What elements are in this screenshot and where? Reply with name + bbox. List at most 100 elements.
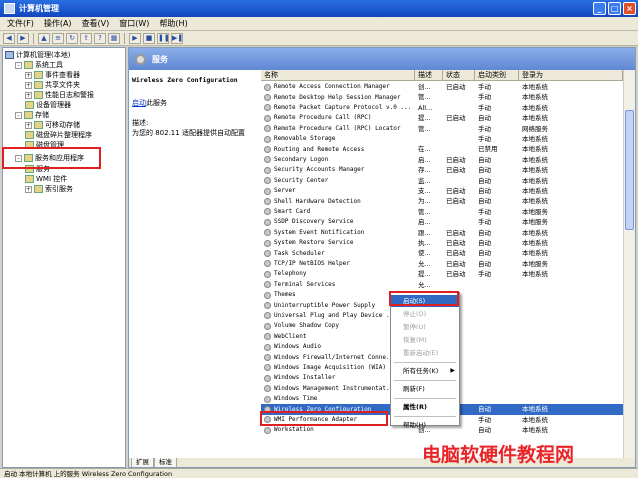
vertical-scrollbar[interactable] xyxy=(623,70,635,458)
expand-toggle-icon[interactable]: + xyxy=(25,91,32,99)
table-row[interactable]: Smart Card 管... 手动 本地服务 xyxy=(261,207,635,217)
folder-icon xyxy=(24,111,33,119)
console-tree[interactable]: 计算机管理(本地) - 系统工具 + 事件查看器 + 共享文件夹 + 性能日志和警报 设备管理器 -… xyxy=(2,47,126,468)
table-row[interactable]: TCP/IP NetBIOS Helper 允... 已启动 自动 本地服务 xyxy=(261,259,635,269)
help-icon[interactable]: ? xyxy=(94,32,106,44)
maximize-button[interactable]: □ xyxy=(608,2,621,15)
up-icon[interactable]: ▲ xyxy=(38,32,50,44)
table-row[interactable]: Security Accounts Manager 存... 已启动 自动 本地系统 xyxy=(261,165,635,175)
close-button[interactable]: × xyxy=(623,2,636,15)
table-row[interactable]: Routing and Remote Access 在... 已禁用 本地系统 xyxy=(261,144,635,154)
gear-icon xyxy=(264,94,271,102)
menu-window[interactable]: 窗口(W) xyxy=(114,18,154,29)
computer-management-icon xyxy=(4,3,15,14)
pause-icon[interactable]: ❚❚ xyxy=(157,32,170,44)
service-name-cell: Secondary Logon xyxy=(261,155,415,165)
context-menu-item[interactable]: 属性(R) xyxy=(391,401,459,413)
column-name[interactable]: 名称 xyxy=(261,70,415,81)
menu-file[interactable]: 文件(F) xyxy=(2,18,39,29)
service-status xyxy=(443,134,475,144)
context-menu-item[interactable]: 帮助(H) xyxy=(391,419,459,431)
table-row[interactable]: SSDP Discovery Service 启... 手动 本地服务 xyxy=(261,217,635,227)
menu-help[interactable]: 帮助(H) xyxy=(154,18,192,29)
service-startup-type: 自动 xyxy=(478,197,491,206)
stop-icon[interactable]: ■ xyxy=(143,32,155,44)
service-logon-as xyxy=(519,290,623,300)
tree-item[interactable]: + 事件查看器 xyxy=(25,70,80,80)
column-description[interactable]: 描述 xyxy=(415,70,443,81)
gear-icon xyxy=(264,354,271,362)
table-row[interactable]: Remote Access Connection Manager 创... 已启动 手… xyxy=(261,82,635,92)
expand-toggle-icon[interactable]: - xyxy=(15,61,22,69)
service-description: 执... xyxy=(418,239,431,247)
gear-icon xyxy=(264,198,271,206)
tree-item[interactable]: - 系统工具 xyxy=(15,60,63,70)
table-row[interactable]: Remote Procedure Call (RPC) Locator 管... 手… xyxy=(261,124,635,134)
table-row[interactable]: Remote Desktop Help Session Manager 管... 手… xyxy=(261,92,635,102)
table-row[interactable]: Security Center 监... 自动 本地系统 xyxy=(261,176,635,186)
tab-standard[interactable]: 标准 xyxy=(154,458,177,467)
service-description: 允... xyxy=(418,259,431,268)
tree-item[interactable]: - 存储 xyxy=(15,110,49,120)
column-logon-as[interactable]: 登录为 xyxy=(519,70,623,81)
minimize-button[interactable]: _ xyxy=(593,2,606,15)
tree-item[interactable]: + 共享文件夹 xyxy=(25,80,80,90)
service-name: Universal Plug and Play Device ... xyxy=(274,311,397,319)
service-startup-type: 自动 xyxy=(478,187,491,195)
context-menu-item[interactable]: 刷新(F) xyxy=(391,383,459,395)
tree-item[interactable]: WMI 控件 xyxy=(25,174,67,184)
table-row[interactable]: Task Scheduler 使... 已启动 自动 本地系统 xyxy=(261,248,635,258)
context-menu-item[interactable]: 所有任务(K) ▶ xyxy=(391,365,459,377)
table-row[interactable]: Removable Storage 手动 本地系统 xyxy=(261,134,635,144)
table-row[interactable]: Shell Hardware Detection 为... 已启动 自动 本地系统 xyxy=(261,196,635,206)
expand-toggle-icon[interactable]: + xyxy=(25,185,32,193)
service-logon-as: 本地系统 xyxy=(522,270,548,279)
properties-icon[interactable]: ≡ xyxy=(52,32,64,44)
export-icon[interactable]: ⇪ xyxy=(80,32,92,44)
tree-item[interactable]: 计算机管理(本地) xyxy=(5,50,70,60)
table-row[interactable]: Telephony 提... 已启动 手动 本地系统 xyxy=(261,269,635,279)
expand-toggle-icon[interactable]: + xyxy=(25,71,32,79)
table-row[interactable]: System Restore Service 执... 已启动 自动 本地系统 xyxy=(261,238,635,248)
tree-item-label: 存储 xyxy=(35,111,49,119)
gear-icon xyxy=(264,291,271,299)
expand-toggle-icon[interactable]: + xyxy=(25,121,32,129)
service-name-cell: Security Accounts Manager xyxy=(261,165,415,175)
expand-toggle-icon[interactable]: + xyxy=(25,81,32,89)
context-menu-item-label: 恢复(M) xyxy=(403,336,427,344)
service-startup-type: 自动 xyxy=(478,176,491,185)
back-icon[interactable]: ◀ xyxy=(3,32,15,44)
service-logon-as: 本地系统 xyxy=(522,114,548,123)
play-icon[interactable]: ▶ xyxy=(129,32,141,44)
table-row[interactable]: Remote Procedure Call (RPC) 提... 已启动 自动 本地系统 xyxy=(261,113,635,123)
column-startup-type[interactable]: 启动类别 xyxy=(475,70,519,81)
service-status: 已启动 xyxy=(446,270,466,279)
computer-icon xyxy=(5,51,14,59)
column-status[interactable]: 状态 xyxy=(443,70,475,81)
service-status: 已启动 xyxy=(446,166,466,175)
table-row[interactable]: Server 支... 已启动 自动 本地系统 xyxy=(261,186,635,196)
tree-item[interactable]: + 可移动存储 xyxy=(25,120,80,130)
scrollbar-thumb[interactable] xyxy=(625,110,634,230)
menu-action[interactable]: 操作(A) xyxy=(39,18,77,29)
tree-icon[interactable]: ▦ xyxy=(108,32,120,44)
tree-item[interactable]: + 索引服务 xyxy=(25,184,73,194)
tree-item[interactable]: + 性能日志和警报 xyxy=(25,90,94,100)
forward-icon[interactable]: ▶ xyxy=(17,32,29,44)
table-row[interactable]: Terminal Services 允... xyxy=(261,280,635,290)
start-service-link[interactable]: 启动 xyxy=(132,99,146,107)
folder-icon xyxy=(25,131,34,139)
tree-item[interactable]: 磁盘碎片整理程序 xyxy=(25,130,92,140)
table-row[interactable]: System Event Notification 跟... 已启动 自动 本地系统 xyxy=(261,228,635,238)
expand-toggle-icon[interactable]: - xyxy=(15,111,22,119)
table-row[interactable]: Remote Packet Capture Protocol v.0 ... Al… xyxy=(261,103,635,113)
table-row[interactable]: Secondary Logon 启... 已启动 自动 本地系统 xyxy=(261,155,635,165)
tree-item[interactable]: 设备管理器 xyxy=(25,100,71,110)
service-name: Smart Card xyxy=(274,207,311,215)
folder-icon xyxy=(34,185,43,193)
tab-extended[interactable]: 扩展 xyxy=(131,458,154,467)
refresh-icon[interactable]: ↻ xyxy=(66,32,78,44)
restart-icon[interactable]: ▶❚ xyxy=(171,32,183,44)
menu-view[interactable]: 查看(V) xyxy=(77,18,115,29)
folder-icon xyxy=(34,81,43,89)
